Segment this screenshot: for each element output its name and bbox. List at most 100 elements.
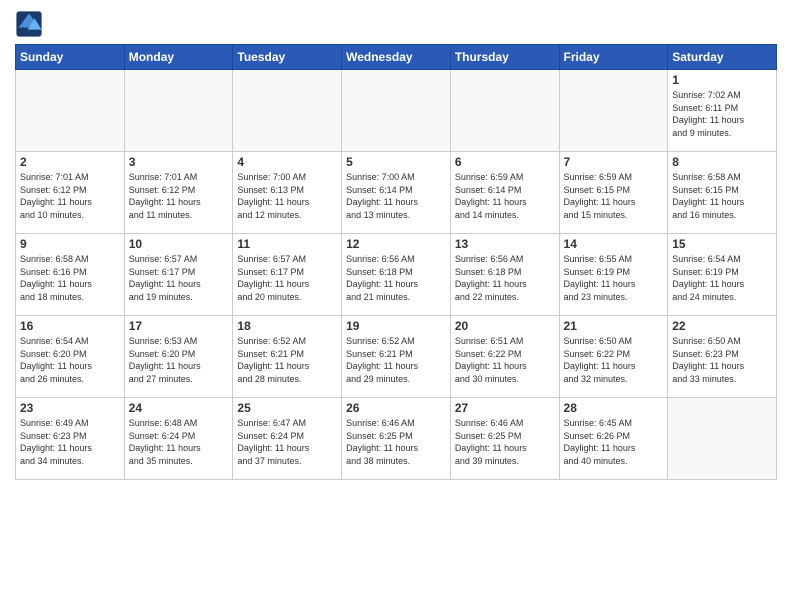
calendar-cell: 15 Sunrise: 6:54 AM Sunset: 6:19 PM Dayli…	[668, 234, 777, 316]
day-info: Sunrise: 6:49 AM Sunset: 6:23 PM Dayligh…	[20, 417, 120, 467]
week-row-5: 23 Sunrise: 6:49 AM Sunset: 6:23 PM Dayli…	[16, 398, 777, 480]
week-row-3: 9 Sunrise: 6:58 AM Sunset: 6:16 PM Daylig…	[16, 234, 777, 316]
day-info: Sunrise: 6:57 AM Sunset: 6:17 PM Dayligh…	[237, 253, 337, 303]
day-number: 19	[346, 319, 446, 333]
day-info: Sunrise: 6:55 AM Sunset: 6:19 PM Dayligh…	[564, 253, 664, 303]
day-number: 11	[237, 237, 337, 251]
day-info: Sunrise: 6:54 AM Sunset: 6:20 PM Dayligh…	[20, 335, 120, 385]
day-number: 14	[564, 237, 664, 251]
day-info: Sunrise: 6:54 AM Sunset: 6:19 PM Dayligh…	[672, 253, 772, 303]
calendar-cell: 18Sunrise: 6:52 AM Sunset: 6:21 PM Dayli…	[233, 316, 342, 398]
calendar-cell: 12 Sunrise: 6:56 AM Sunset: 6:18 PM Dayli…	[342, 234, 451, 316]
day-info: Sunrise: 7:00 AM Sunset: 6:14 PM Dayligh…	[346, 171, 446, 221]
calendar-cell: 21 Sunrise: 6:50 AM Sunset: 6:22 PM Dayli…	[559, 316, 668, 398]
day-info: Sunrise: 6:59 AM Sunset: 6:15 PM Dayligh…	[564, 171, 664, 221]
day-info: Sunrise: 6:58 AM Sunset: 6:15 PM Dayligh…	[672, 171, 772, 221]
day-number: 13	[455, 237, 555, 251]
day-number: 16	[20, 319, 120, 333]
calendar-cell: 1 Sunrise: 7:02 AM Sunset: 6:11 PM Daylig…	[668, 70, 777, 152]
calendar-cell: 14 Sunrise: 6:55 AM Sunset: 6:19 PM Dayli…	[559, 234, 668, 316]
weekday-header-friday: Friday	[559, 45, 668, 70]
calendar-cell	[559, 70, 668, 152]
calendar-cell	[342, 70, 451, 152]
calendar-cell: 8 Sunrise: 6:58 AM Sunset: 6:15 PM Daylig…	[668, 152, 777, 234]
day-info: Sunrise: 6:45 AM Sunset: 6:26 PM Dayligh…	[564, 417, 664, 467]
day-number: 8	[672, 155, 772, 169]
calendar-cell: 7 Sunrise: 6:59 AM Sunset: 6:15 PM Daylig…	[559, 152, 668, 234]
calendar-table: SundayMondayTuesdayWednesdayThursdayFrid…	[15, 44, 777, 480]
day-info: Sunrise: 6:46 AM Sunset: 6:25 PM Dayligh…	[455, 417, 555, 467]
day-number: 6	[455, 155, 555, 169]
day-info: Sunrise: 6:58 AM Sunset: 6:16 PM Dayligh…	[20, 253, 120, 303]
calendar-cell	[233, 70, 342, 152]
weekday-header-saturday: Saturday	[668, 45, 777, 70]
calendar-cell: 23 Sunrise: 6:49 AM Sunset: 6:23 PM Dayli…	[16, 398, 125, 480]
day-number: 22	[672, 319, 772, 333]
header	[15, 10, 777, 38]
day-info: Sunrise: 6:57 AM Sunset: 6:17 PM Dayligh…	[129, 253, 229, 303]
calendar-cell: 10 Sunrise: 6:57 AM Sunset: 6:17 PM Dayli…	[124, 234, 233, 316]
day-number: 20	[455, 319, 555, 333]
day-info: Sunrise: 7:01 AM Sunset: 6:12 PM Dayligh…	[129, 171, 229, 221]
day-number: 21	[564, 319, 664, 333]
logo-icon	[15, 10, 43, 38]
weekday-header-wednesday: Wednesday	[342, 45, 451, 70]
day-info: Sunrise: 6:53 AM Sunset: 6:20 PM Dayligh…	[129, 335, 229, 385]
day-number: 25	[237, 401, 337, 415]
weekday-header-row: SundayMondayTuesdayWednesdayThursdayFrid…	[16, 45, 777, 70]
calendar-cell: 26 Sunrise: 6:46 AM Sunset: 6:25 PM Dayli…	[342, 398, 451, 480]
calendar-cell: 4 Sunrise: 7:00 AM Sunset: 6:13 PM Daylig…	[233, 152, 342, 234]
calendar-cell: 3 Sunrise: 7:01 AM Sunset: 6:12 PM Daylig…	[124, 152, 233, 234]
day-info: Sunrise: 6:50 AM Sunset: 6:22 PM Dayligh…	[564, 335, 664, 385]
day-number: 4	[237, 155, 337, 169]
day-info: Sunrise: 6:52 AM Sunset: 6:21 PM Dayligh…	[237, 335, 337, 385]
day-number: 9	[20, 237, 120, 251]
calendar-cell: 2 Sunrise: 7:01 AM Sunset: 6:12 PM Daylig…	[16, 152, 125, 234]
calendar-cell: 22Sunrise: 6:50 AM Sunset: 6:23 PM Dayli…	[668, 316, 777, 398]
day-number: 17	[129, 319, 229, 333]
calendar-cell: 20 Sunrise: 6:51 AM Sunset: 6:22 PM Dayli…	[450, 316, 559, 398]
day-info: Sunrise: 7:00 AM Sunset: 6:13 PM Dayligh…	[237, 171, 337, 221]
day-number: 28	[564, 401, 664, 415]
calendar-cell: 11 Sunrise: 6:57 AM Sunset: 6:17 PM Dayli…	[233, 234, 342, 316]
day-number: 7	[564, 155, 664, 169]
day-info: Sunrise: 6:56 AM Sunset: 6:18 PM Dayligh…	[455, 253, 555, 303]
calendar-cell: 5 Sunrise: 7:00 AM Sunset: 6:14 PM Daylig…	[342, 152, 451, 234]
day-number: 27	[455, 401, 555, 415]
day-number: 10	[129, 237, 229, 251]
day-info: Sunrise: 6:47 AM Sunset: 6:24 PM Dayligh…	[237, 417, 337, 467]
calendar-cell	[450, 70, 559, 152]
calendar-cell: 6 Sunrise: 6:59 AM Sunset: 6:14 PM Daylig…	[450, 152, 559, 234]
day-info: Sunrise: 7:01 AM Sunset: 6:12 PM Dayligh…	[20, 171, 120, 221]
day-number: 23	[20, 401, 120, 415]
day-number: 5	[346, 155, 446, 169]
day-number: 26	[346, 401, 446, 415]
calendar-cell	[16, 70, 125, 152]
calendar-cell: 19Sunrise: 6:52 AM Sunset: 6:21 PM Dayli…	[342, 316, 451, 398]
calendar-cell: 28 Sunrise: 6:45 AM Sunset: 6:26 PM Dayli…	[559, 398, 668, 480]
page: SundayMondayTuesdayWednesdayThursdayFrid…	[0, 0, 792, 612]
day-number: 2	[20, 155, 120, 169]
calendar-cell: 9 Sunrise: 6:58 AM Sunset: 6:16 PM Daylig…	[16, 234, 125, 316]
day-number: 12	[346, 237, 446, 251]
weekday-header-sunday: Sunday	[16, 45, 125, 70]
day-info: Sunrise: 7:02 AM Sunset: 6:11 PM Dayligh…	[672, 89, 772, 139]
week-row-4: 16 Sunrise: 6:54 AM Sunset: 6:20 PM Dayli…	[16, 316, 777, 398]
day-info: Sunrise: 6:59 AM Sunset: 6:14 PM Dayligh…	[455, 171, 555, 221]
weekday-header-monday: Monday	[124, 45, 233, 70]
day-number: 1	[672, 73, 772, 87]
day-info: Sunrise: 6:48 AM Sunset: 6:24 PM Dayligh…	[129, 417, 229, 467]
day-number: 24	[129, 401, 229, 415]
day-number: 3	[129, 155, 229, 169]
day-info: Sunrise: 6:51 AM Sunset: 6:22 PM Dayligh…	[455, 335, 555, 385]
day-info: Sunrise: 6:46 AM Sunset: 6:25 PM Dayligh…	[346, 417, 446, 467]
calendar-cell: 24 Sunrise: 6:48 AM Sunset: 6:24 PM Dayli…	[124, 398, 233, 480]
calendar-cell: 27 Sunrise: 6:46 AM Sunset: 6:25 PM Dayli…	[450, 398, 559, 480]
day-number: 15	[672, 237, 772, 251]
week-row-1: 1 Sunrise: 7:02 AM Sunset: 6:11 PM Daylig…	[16, 70, 777, 152]
weekday-header-tuesday: Tuesday	[233, 45, 342, 70]
calendar-cell: 13 Sunrise: 6:56 AM Sunset: 6:18 PM Dayli…	[450, 234, 559, 316]
calendar-cell	[124, 70, 233, 152]
calendar-cell: 17 Sunrise: 6:53 AM Sunset: 6:20 PM Dayli…	[124, 316, 233, 398]
day-info: Sunrise: 6:56 AM Sunset: 6:18 PM Dayligh…	[346, 253, 446, 303]
